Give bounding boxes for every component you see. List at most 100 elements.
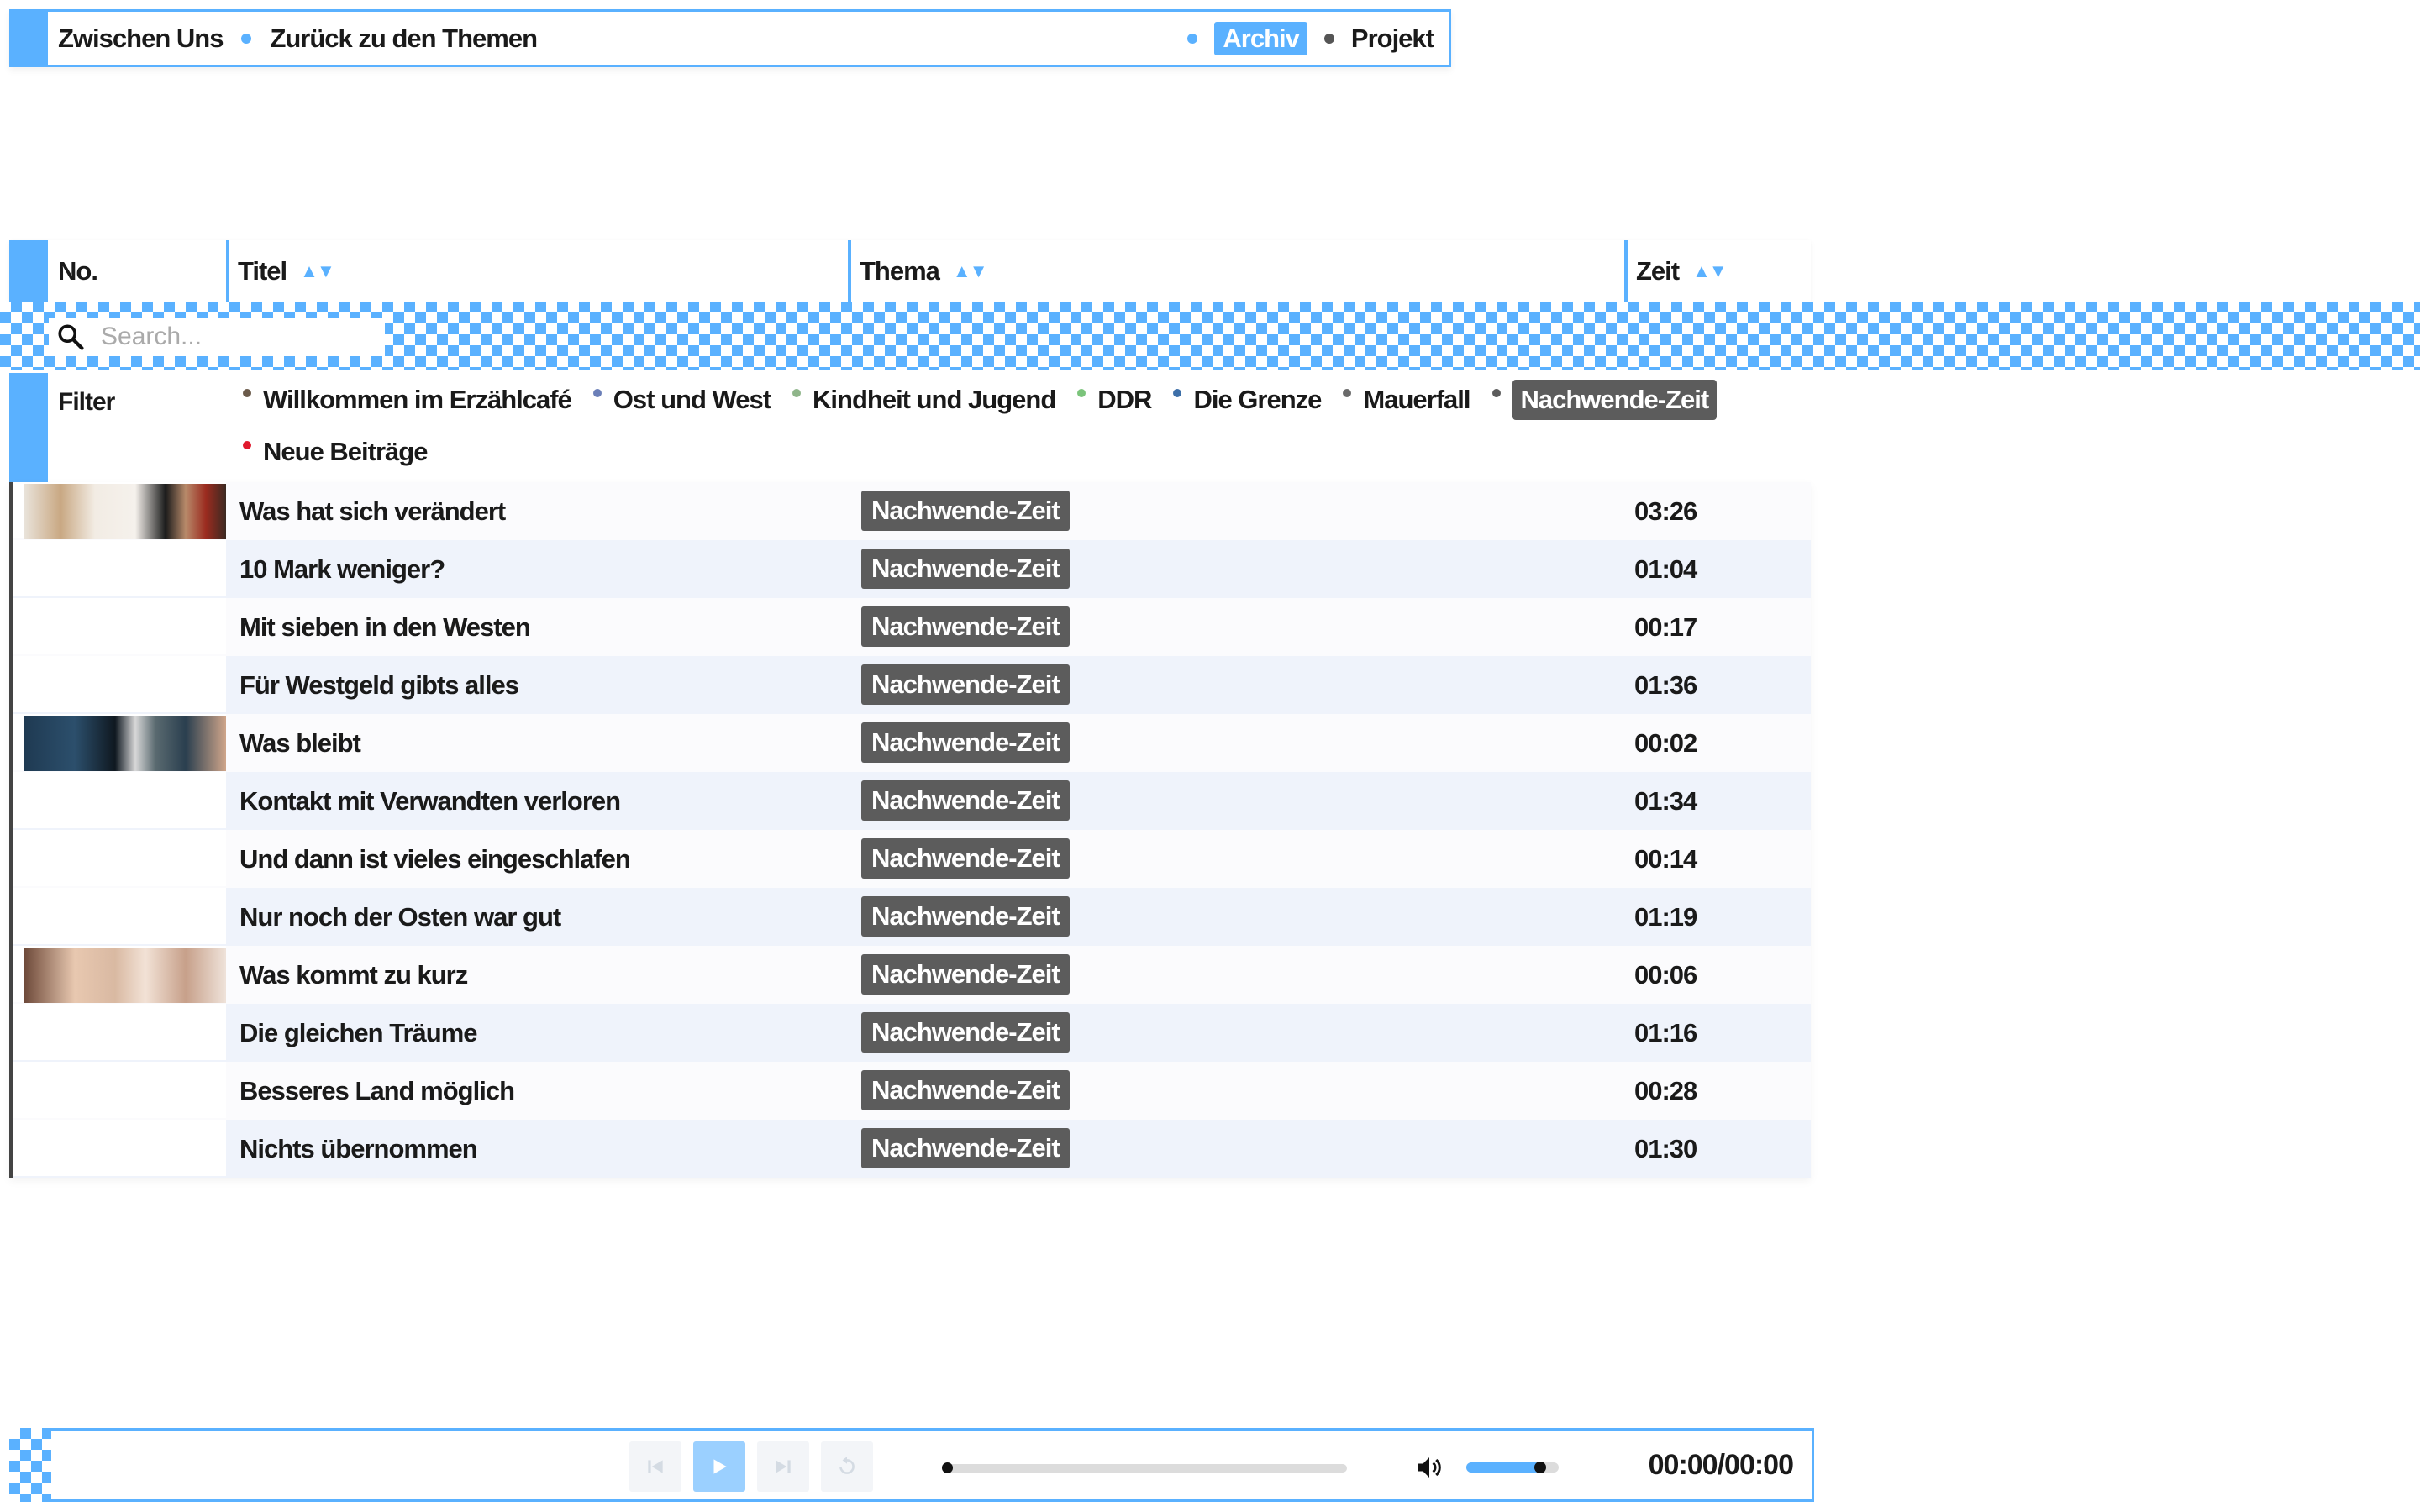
theme-badge[interactable]: Nachwende-Zeit [861,1070,1070,1110]
row-title[interactable]: Nur noch der Osten war gut [239,888,561,946]
column-header-theme[interactable]: Thema ▲▼ [848,240,988,302]
row-title[interactable]: Kontakt mit Verwandten verloren [239,772,621,830]
play-icon [713,1459,727,1474]
table-row[interactable]: Mit sieben in den Westen Nachwende-Zeit 00… [9,598,1811,656]
nav-separator-dot [1187,33,1198,44]
skip-back-icon [648,1460,663,1473]
project-link[interactable]: Projekt [1351,24,1434,54]
filter-tag[interactable]: Ost und West [592,380,771,420]
table-row[interactable]: Für Westgeld gibts alles Nachwende-Zeit 01… [9,656,1811,714]
filter-tag[interactable]: Die Grenze [1173,380,1322,420]
row-title[interactable]: Besseres Land möglich [239,1062,515,1120]
theme-badge[interactable]: Nachwende-Zeit [861,664,1070,705]
thumbnail-cell [13,540,226,596]
filter-label: Filter [58,388,115,416]
column-header-time[interactable]: Zeit ▲▼ [1624,240,1728,302]
nav-accent-bar [9,9,48,67]
search-icon [58,324,84,350]
row-title[interactable]: 10 Mark weniger? [239,540,445,598]
row-title[interactable]: Was hat sich verändert [239,482,506,540]
filter-tag[interactable]: Kindheit und Jugend [792,380,1056,420]
theme-badge[interactable]: Nachwende-Zeit [861,896,1070,937]
theme-badge[interactable]: Nachwende-Zeit [861,1012,1070,1053]
sort-arrows-icon[interactable]: ▲▼ [953,260,988,282]
row-duration: 01:16 [1634,1017,1697,1047]
theme-badge[interactable]: Nachwende-Zeit [861,722,1070,763]
row-title[interactable]: Die gleichen Träume [239,1004,477,1062]
filter-tag[interactable]: Mauerfall [1343,380,1471,420]
table-row[interactable]: 10 Mark weniger? Nachwende-Zeit 01:04 [9,540,1811,598]
table-row[interactable]: Was hat sich verändert Nachwende-Zeit 03:2… [9,482,1811,540]
audio-player: 00:00/00:00 [9,1428,1814,1502]
row-title[interactable]: Nichts übernommen [239,1120,478,1178]
volume-slider[interactable] [1466,1462,1559,1473]
table-header: No. Titel ▲▼ Thema ▲▼ Zeit ▲▼ [9,240,1811,302]
row-title[interactable]: Was bleibt [239,714,361,772]
column-header-theme-label: Thema [860,255,940,286]
column-header-no: No. [58,240,98,302]
filter-tag-label: Neue Beiträge [263,437,428,466]
row-duration: 01:19 [1634,901,1697,932]
replay-icon [839,1457,855,1474]
table-row[interactable]: Besseres Land möglich Nachwende-Zeit 00:28 [9,1062,1811,1120]
table-row[interactable]: Die gleichen Träume Nachwende-Zeit 01:16 [9,1004,1811,1062]
table-row[interactable]: Was bleibt Nachwende-Zeit 00:02 [9,714,1811,772]
brand-title[interactable]: Zwischen Uns [58,24,224,54]
archive-table: No. Titel ▲▼ Thema ▲▼ Zeit ▲▼ [9,240,1811,302]
theme-badge[interactable]: Nachwende-Zeit [861,838,1070,879]
thumbnail-cell [13,1062,226,1118]
volume-knob[interactable] [1534,1462,1546,1473]
filter-tag-label: Willkommen im Erzählcafé [263,385,572,414]
table-row[interactable]: Kontakt mit Verwandten verloren Nachwende… [9,772,1811,830]
filter-color-dot [243,441,251,449]
progress-knob[interactable] [942,1462,953,1473]
theme-badge[interactable]: Nachwende-Zeit [861,954,1070,995]
video-thumbnail[interactable] [24,484,226,539]
back-to-themes-link[interactable]: Zurück zu den Themen [270,24,538,54]
player-accent-pattern [9,1428,51,1502]
volume-icon[interactable] [1413,1452,1446,1483]
theme-badge[interactable]: Nachwende-Zeit [861,491,1070,531]
column-header-title[interactable]: Titel ▲▼ [226,240,335,302]
video-thumbnail[interactable] [24,948,226,1003]
row-duration: 00:28 [1634,1075,1697,1105]
filter-color-dot [792,389,802,397]
theme-badge[interactable]: Nachwende-Zeit [861,606,1070,647]
thumbnail-cell [13,1004,226,1060]
table-row[interactable]: Und dann ist vieles eingeschlafen Nachwen… [9,830,1811,888]
filter-tag[interactable]: Willkommen im Erzählcafé [243,380,572,420]
row-title[interactable]: Mit sieben in den Westen [239,598,531,656]
filter-tag[interactable]: Neue Beiträge [243,432,428,472]
filter-color-dot [1343,389,1352,397]
archive-link[interactable]: Archiv [1214,21,1307,55]
filter-tag-label: Die Grenze [1193,385,1322,414]
row-title[interactable]: Für Westgeld gibts alles [239,656,519,714]
table-row[interactable]: Was kommt zu kurz Nachwende-Zeit 00:06 [9,946,1811,1004]
filter-color-dot [1491,389,1501,397]
row-title[interactable]: Und dann ist vieles eingeschlafen [239,830,631,888]
table-row[interactable]: Nur noch der Osten war gut Nachwende-Zeit… [9,888,1811,946]
progress-bar[interactable] [942,1462,1347,1473]
skip-forward-button[interactable] [757,1441,809,1492]
filter-tag[interactable]: Nachwende-Zeit [1491,380,1718,420]
theme-badge[interactable]: Nachwende-Zeit [861,1128,1070,1168]
sort-arrows-icon[interactable]: ▲▼ [1692,260,1728,282]
filter-tag[interactable]: DDR [1077,380,1152,420]
sort-arrows-icon[interactable]: ▲▼ [300,260,335,282]
row-title[interactable]: Was kommt zu kurz [239,946,468,1004]
theme-badge[interactable]: Nachwende-Zeit [861,549,1070,589]
replay-button[interactable] [821,1441,873,1492]
search-input[interactable] [101,323,353,351]
video-thumbnail[interactable] [24,716,226,771]
table-row[interactable]: Nichts übernommen Nachwende-Zeit 01:30 [9,1120,1811,1178]
column-header-no-label: No. [58,255,98,286]
filter-color-dot [592,389,602,397]
row-duration: 00:02 [1634,727,1697,758]
filter-accent-bar [9,373,48,482]
skip-back-button[interactable] [629,1441,681,1492]
thumbnail-cell [13,482,226,539]
thumbnail-cell [13,946,226,1003]
play-button[interactable] [693,1441,745,1492]
theme-badge[interactable]: Nachwende-Zeit [861,780,1070,821]
nav-separator-dot [241,33,252,44]
